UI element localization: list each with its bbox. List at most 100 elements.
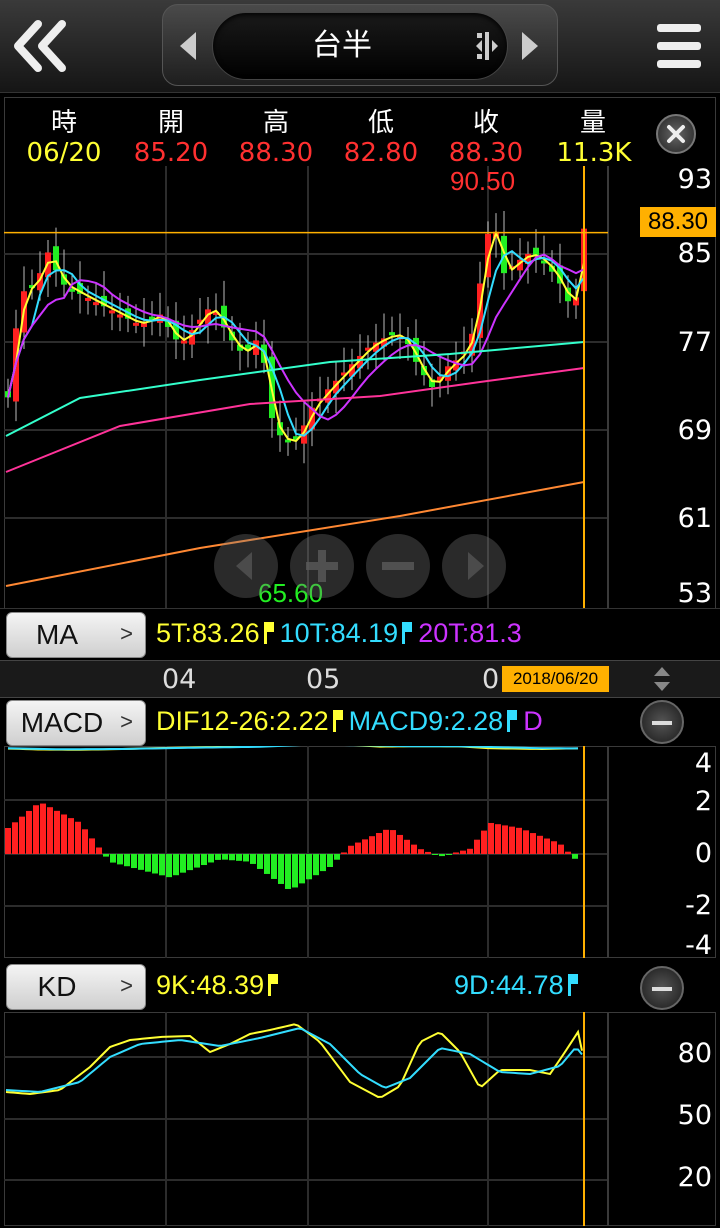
macd-bar (222, 854, 228, 860)
collapse-macd-button[interactable] (640, 700, 684, 744)
macd-bar (530, 833, 536, 854)
macd-bar (509, 826, 515, 854)
kd-tick-20: 20 (677, 1162, 712, 1193)
next-stock-button[interactable] (514, 24, 546, 68)
time-label-04: 04 (162, 664, 197, 695)
macd-bar (334, 854, 340, 860)
d-legend: 9D:44.78 (454, 970, 564, 1000)
macd-bar (306, 854, 312, 880)
macd-bar (537, 835, 543, 854)
ma-indicator-button[interactable]: MA > (6, 612, 146, 658)
macd-bar (425, 851, 431, 854)
resize-handle[interactable] (650, 664, 674, 694)
triangle-left-icon (180, 32, 196, 60)
macd-tick-0: 0 (694, 838, 712, 869)
zoom-out-icon (382, 562, 414, 570)
zoom-out-button[interactable] (366, 534, 430, 598)
zoom-in-icon (306, 550, 338, 582)
macd-bar (565, 851, 571, 854)
candle-body (109, 310, 115, 314)
macd-bar (411, 844, 417, 854)
header-label-high: 高 (262, 108, 289, 138)
scroll-right-icon (468, 552, 484, 580)
macd-bar (236, 854, 242, 861)
kd-legend-k: 9K:48.39 (156, 970, 284, 1001)
macd-bar (89, 838, 95, 854)
macd-bar (341, 852, 347, 854)
macd-button-label: MACD (20, 707, 104, 738)
flag-icon (332, 710, 343, 732)
macd-bar (523, 830, 529, 854)
triangle-right-icon (522, 32, 538, 60)
candle-body (133, 322, 139, 326)
header-value-time: 06/20 (26, 138, 102, 168)
time-label-05: 05 (306, 664, 341, 695)
flag-icon (567, 974, 578, 996)
macd-bar (257, 854, 263, 869)
stock-chart-screen: 台半 時 開 高 低 收 量 06/20 85.20 88.30 82.80 8… (0, 0, 720, 1228)
scroll-left-button[interactable] (214, 534, 278, 598)
kd-tick-50: 50 (677, 1100, 712, 1131)
macd-bar (467, 848, 473, 854)
price-tick-61: 61 (677, 503, 712, 534)
macd-bar (117, 854, 123, 865)
scroll-right-button[interactable] (442, 534, 506, 598)
back-button[interactable] (6, 14, 76, 78)
zoom-in-button[interactable] (290, 534, 354, 598)
macd-bar (194, 854, 200, 868)
collapse-kd-button[interactable] (640, 966, 684, 1010)
menu-button[interactable] (654, 20, 704, 72)
candle-body (85, 297, 91, 301)
macd-bar (68, 818, 74, 854)
macd-bar (173, 854, 179, 876)
macd-bar (355, 842, 361, 854)
macd-tick-neg2: -2 (685, 890, 712, 921)
macd-tick-2: 2 (694, 786, 712, 817)
macd-bar (376, 833, 382, 854)
kd-indicator-button[interactable]: KD > (6, 964, 146, 1010)
dif-legend: DIF12-26:2.22 (156, 706, 329, 736)
macd-bar (40, 803, 46, 854)
header-label-open: 開 (157, 108, 184, 138)
price-tick-93: 93 (677, 164, 712, 195)
header-label-close: 收 (472, 108, 499, 138)
macd-bar (26, 810, 32, 854)
ma120-line (5, 367, 585, 473)
macd-bar (264, 854, 270, 874)
macd-bar (362, 839, 368, 854)
macd-bar (19, 816, 25, 854)
prev-stock-button[interactable] (172, 24, 204, 68)
ma20-legend: 20T:81.3 (418, 618, 522, 648)
candle-body (389, 332, 395, 336)
split-view-button[interactable] (474, 30, 502, 62)
up-down-arrows-icon (654, 667, 670, 691)
close-header-button[interactable] (656, 114, 696, 154)
macd-bar (390, 830, 396, 854)
kd-legend-d: 9D:44.78 (454, 970, 584, 1001)
macd-bar (285, 854, 291, 889)
macd-indicator-button[interactable]: MACD > (6, 700, 146, 746)
macd-bar (474, 839, 480, 854)
close-icon (667, 125, 685, 143)
price-tick-69: 69 (677, 415, 712, 446)
macd-bar (12, 822, 18, 854)
macd-bar (572, 854, 578, 859)
chevron-right-icon: > (120, 709, 133, 734)
chevron-right-icon: > (120, 621, 133, 646)
k-legend: 9K:48.39 (156, 970, 265, 1000)
macd-bar (313, 854, 319, 876)
macd-bar (250, 854, 256, 864)
macd9-legend: MACD9:2.28 (348, 706, 504, 736)
macd-bar (369, 836, 375, 854)
k-line (5, 1023, 583, 1098)
macd-bar (348, 845, 354, 854)
macd-bar (33, 805, 39, 854)
macd-bar (278, 854, 284, 884)
hamburger-menu-icon (657, 24, 701, 68)
ma5-legend: 5T:83.26 (156, 618, 260, 648)
chevron-right-icon: > (120, 973, 133, 998)
macd-bar (320, 854, 326, 872)
macd-bar (124, 854, 130, 867)
macd-bar (54, 810, 60, 854)
macd-tick-4: 4 (694, 748, 712, 779)
